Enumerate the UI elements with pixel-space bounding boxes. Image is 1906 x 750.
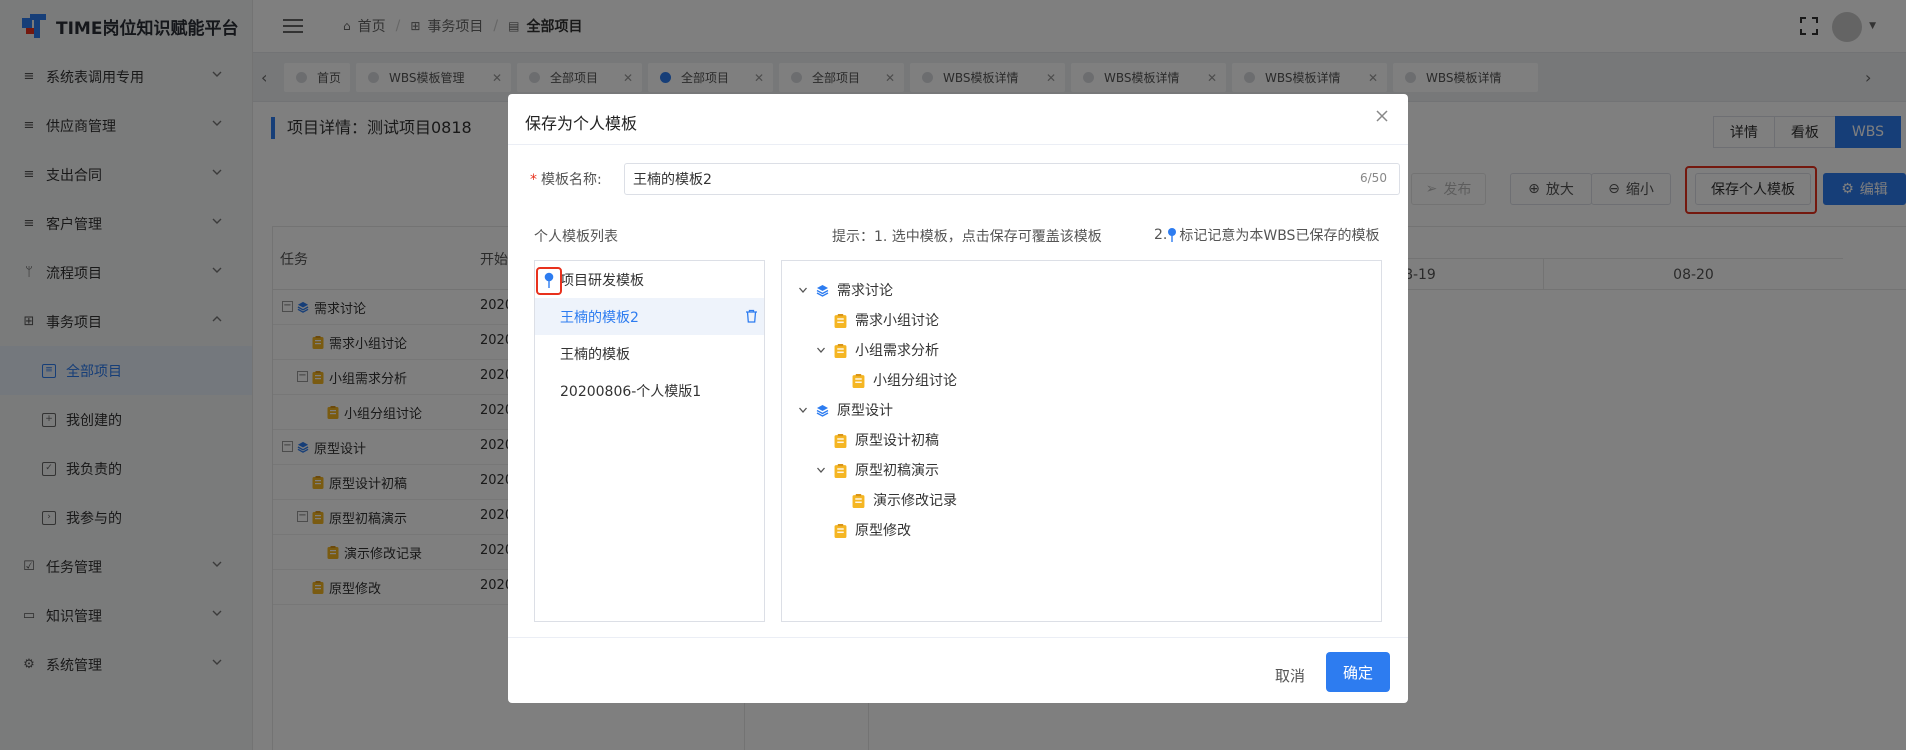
task-icon [834,343,847,358]
chevron-down-icon[interactable] [798,285,808,295]
tree-node-label: 小组需求分析 [855,343,939,359]
tree-node[interactable]: 原型设计初稿 [816,425,939,455]
confirm-button[interactable]: 确定 [1326,652,1390,692]
template-name-label: * 模板名称: [530,172,602,188]
hint-text: 提示：1. 选中模板，点击保存可覆盖该模板 [832,229,1102,245]
close-icon[interactable] [1374,108,1390,124]
template-list: 项目研发模板 王楠的模板2 王楠的模板 20200806-个人模版1 [534,260,765,622]
tree-node-label: 需求小组讨论 [855,313,939,329]
task-icon [852,493,865,508]
tree-node-label: 原型修改 [855,523,911,539]
task-icon [834,313,847,328]
tree-node-label: 原型设计 [837,403,893,419]
dialog-title: 保存为个人模板 [525,114,638,133]
template-list-label: 个人模板列表 [534,229,618,245]
highlight-box [536,267,562,295]
task-icon [852,373,865,388]
chevron-down-icon[interactable] [798,405,808,415]
tree-node-label: 原型设计初稿 [855,433,939,449]
cancel-button[interactable]: 取消 [1260,656,1320,694]
hint-text-2: 2. 标记记意为本WBS已保存的模板 [1154,227,1380,244]
trash-icon[interactable] [745,309,758,323]
task-icon [834,523,847,538]
tree-node-label: 小组分组讨论 [873,373,957,389]
layers-icon [816,284,829,297]
tree-node-label: 演示修改记录 [873,493,957,509]
tree-node[interactable]: 原型设计 [798,395,893,425]
tree-node-label: 需求讨论 [837,283,893,299]
task-icon [834,433,847,448]
tree-node[interactable]: 小组需求分析 [816,335,939,365]
tree-node[interactable]: 需求小组讨论 [816,305,939,335]
pin-icon [1168,228,1177,242]
char-count: 6/50 [1360,171,1387,185]
chevron-down-icon[interactable] [816,465,826,475]
chevron-down-icon[interactable] [816,345,826,355]
template-item-wangnan[interactable]: 王楠的模板 [535,335,764,372]
tree-node[interactable]: 原型初稿演示 [816,455,939,485]
tree-node[interactable]: 需求讨论 [798,275,893,305]
template-tree: 需求讨论需求小组讨论 小组需求分析小组分组讨论原型设计原型设计初稿 原型初稿演示演示… [781,260,1382,622]
tree-node[interactable]: 演示修改记录 [834,485,957,515]
tree-node-label: 原型初稿演示 [855,463,939,479]
template-item-project-rd[interactable]: 项目研发模板 [535,261,764,298]
tree-node[interactable]: 小组分组讨论 [834,365,957,395]
save-template-dialog: 保存为个人模板 *模板名称: 6/50 个人模板列表 提示：1. 选中模板，点击… [508,94,1408,703]
task-icon [834,463,847,478]
layers-icon [816,404,829,417]
template-name-input[interactable] [624,163,1400,195]
template-item-20200806[interactable]: 20200806-个人模版1 [535,372,764,409]
tree-node[interactable]: 原型修改 [816,515,911,545]
template-item-selected[interactable]: 王楠的模板2 [535,298,764,335]
